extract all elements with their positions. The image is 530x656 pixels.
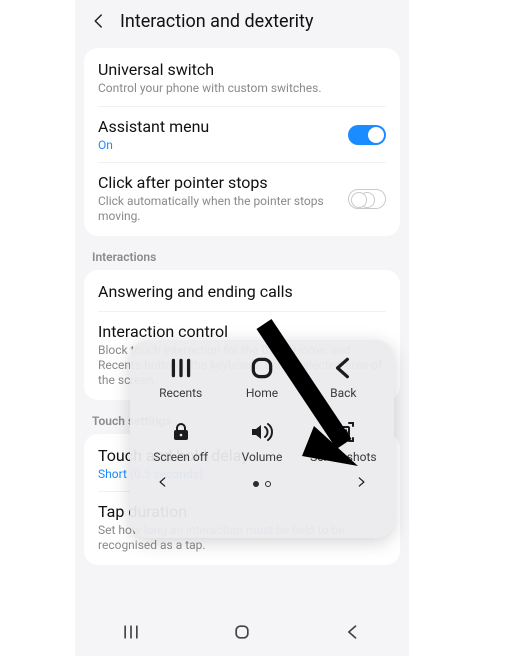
lock-icon [140, 418, 221, 446]
page-title: Interaction and dexterity [120, 11, 313, 32]
home-icon [221, 354, 302, 382]
recents-nav-icon[interactable] [121, 622, 141, 646]
row-title: Assistant menu [98, 117, 386, 136]
volume-icon [221, 418, 302, 446]
toggle-assistant-menu[interactable] [348, 125, 386, 145]
back-icon[interactable] [86, 8, 112, 34]
row-title: Interaction control [98, 322, 386, 341]
header: Interaction and dexterity [76, 0, 408, 48]
back-icon [303, 354, 384, 382]
settings-panel: Interaction and dexterity Universal swit… [76, 0, 408, 656]
assist-prev[interactable] [156, 474, 170, 493]
toggle-click-after-pointer[interactable] [348, 189, 386, 209]
assistant-menu-grid: Recents Home Back Screen off [140, 354, 384, 464]
phone-navbar [76, 618, 408, 650]
row-assistant-menu[interactable]: Assistant menu On [84, 107, 400, 162]
row-click-after-pointer[interactable]: Click after pointer stops Click automati… [84, 163, 400, 234]
assist-screen-off[interactable]: Screen off [140, 418, 221, 464]
assist-recents[interactable]: Recents [140, 354, 221, 400]
section-interactions: Interactions [76, 236, 408, 270]
assist-screenshots[interactable]: Screenshots [303, 418, 384, 464]
assist-label: Screen off [140, 450, 221, 464]
assist-label: Recents [140, 386, 221, 400]
assistant-menu-panel[interactable]: Recents Home Back Screen off [130, 340, 394, 538]
assist-volume[interactable]: Volume [221, 418, 302, 464]
row-subtitle: Click automatically when the pointer sto… [98, 194, 386, 224]
screenshot-icon [303, 418, 384, 446]
home-nav-icon[interactable] [232, 622, 252, 646]
row-title: Answering and ending calls [98, 282, 386, 301]
page-dot [265, 481, 271, 487]
row-answering-ending[interactable]: Answering and ending calls [84, 272, 400, 311]
assist-label: Home [221, 386, 302, 400]
assist-home[interactable]: Home [221, 354, 302, 400]
row-state: On [98, 138, 386, 152]
group-1: Universal switch Control your phone with… [84, 48, 400, 236]
assist-back[interactable]: Back [303, 354, 384, 400]
row-title: Universal switch [98, 60, 386, 79]
recents-icon [140, 354, 221, 382]
row-title: Click after pointer stops [98, 173, 386, 192]
row-universal-switch[interactable]: Universal switch Control your phone with… [84, 50, 400, 106]
page-dots [253, 481, 271, 487]
page-dot-active [253, 481, 259, 487]
assistant-pager [140, 464, 384, 493]
back-nav-icon[interactable] [343, 622, 363, 646]
assist-label: Back [303, 386, 384, 400]
assist-label: Screenshots [303, 450, 384, 464]
row-subtitle: Control your phone with custom switches. [98, 81, 386, 96]
assist-next[interactable] [354, 474, 368, 493]
assist-label: Volume [221, 450, 302, 464]
